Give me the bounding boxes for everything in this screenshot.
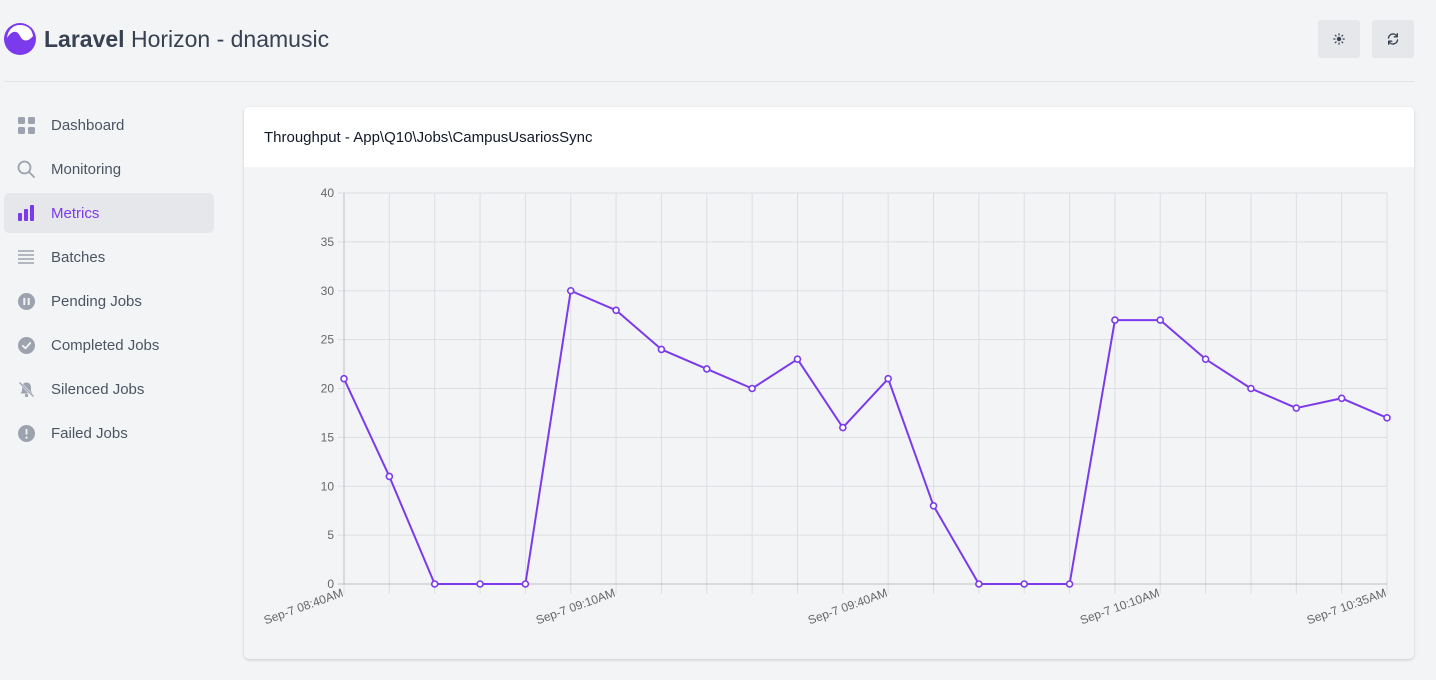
- data-point: [1292, 404, 1301, 412]
- data-point: [430, 580, 439, 588]
- y-tick-label: 10: [321, 479, 335, 493]
- horizon-logo-icon: [4, 23, 36, 55]
- data-point: [929, 501, 938, 510]
- app-title: Laravel Horizon - dnamusic: [44, 26, 330, 52]
- alert-circle-icon: [17, 424, 35, 442]
- sidebar-item-label: Metrics: [51, 204, 100, 222]
- throughput-card: Throughput - App\Q10\Jobs\CampusUsariosS…: [244, 107, 1414, 659]
- data-point: [657, 345, 666, 354]
- data-point: [612, 306, 620, 315]
- app-header: Laravel Horizon - dnamusic: [4, 0, 1414, 82]
- sidebar-item-metrics[interactable]: Metrics: [4, 193, 214, 233]
- data-point: [385, 472, 394, 481]
- y-tick-label: 35: [321, 235, 335, 249]
- data-point: [1201, 355, 1210, 363]
- refresh-icon: [1387, 33, 1399, 45]
- sidebar-item-failed-jobs[interactable]: Failed Jobs: [4, 413, 214, 453]
- data-point: [1111, 316, 1119, 324]
- x-tick-label: Sep-7 10:35AM: [1305, 586, 1388, 628]
- sun-icon: [1333, 33, 1345, 45]
- data-point: [1156, 316, 1165, 324]
- sidebar-item-batches[interactable]: Batches: [4, 237, 214, 277]
- sidebar-item-label: Dashboard: [51, 116, 125, 134]
- sidebar-item-pending-jobs[interactable]: Pending Jobs: [4, 281, 214, 321]
- card-title: Throughput - App\Q10\Jobs\CampusUsariosS…: [244, 107, 1414, 167]
- x-tick-label: Sep-7 09:40AM: [806, 586, 889, 628]
- dashboard-icon: [17, 116, 35, 134]
- theme-toggle-button[interactable]: [1318, 20, 1360, 58]
- data-point: [1383, 414, 1391, 422]
- sidebar-item-monitoring[interactable]: Monitoring: [4, 149, 214, 189]
- x-tick-label: Sep-7 10:10AM: [1078, 586, 1161, 628]
- data-point: [566, 286, 575, 295]
- check-circle-icon: [17, 336, 35, 354]
- sidebar-item-completed-jobs[interactable]: Completed Jobs: [4, 325, 214, 365]
- throughput-chart: 0510152025303540Sep-7 08:40AM Sep-7 09:10…: [262, 186, 1391, 628]
- x-tick-label: Sep-7 09:10AM: [534, 586, 617, 628]
- sidebar-item-label: Monitoring: [51, 160, 122, 178]
- data-point: [975, 580, 983, 588]
- data-point: [793, 355, 802, 363]
- data-point: [521, 580, 530, 588]
- y-tick-label: 25: [321, 333, 335, 347]
- sidebar-item-label: Failed Jobs: [51, 424, 128, 442]
- data-point: [702, 365, 711, 373]
- sidebar-item-label: Silenced Jobs: [51, 380, 145, 398]
- sidebar-item-label: Pending Jobs: [51, 292, 142, 310]
- data-point: [340, 374, 348, 383]
- data-point: [476, 580, 484, 588]
- data-point: [839, 423, 847, 432]
- sidebar-item-silenced-jobs[interactable]: Silenced Jobs: [4, 369, 214, 409]
- data-point: [884, 374, 892, 383]
- y-tick-label: 20: [321, 382, 335, 396]
- list-icon: [17, 248, 35, 266]
- sidebar-item-label: Batches: [51, 248, 106, 266]
- y-tick-label: 40: [321, 186, 335, 200]
- data-point: [748, 384, 756, 393]
- sidebar-item-dashboard[interactable]: Dashboard: [4, 105, 214, 145]
- bell-off-icon: [17, 380, 35, 398]
- refresh-button[interactable]: [1372, 20, 1414, 58]
- data-point: [1020, 580, 1029, 588]
- y-tick-label: 30: [321, 284, 335, 298]
- bar-chart-icon: [17, 204, 35, 222]
- sidebar-item-label: Completed Jobs: [51, 336, 160, 354]
- sidebar-nav: Dashboard Monitoring Metrics Batches Pen…: [4, 105, 214, 457]
- pause-icon: [17, 292, 35, 310]
- data-point: [1065, 580, 1074, 588]
- search-icon: [17, 160, 35, 178]
- data-point: [1247, 384, 1255, 393]
- y-tick-label: 5: [327, 528, 334, 542]
- data-point: [1337, 394, 1346, 403]
- x-tick-label: Sep-7 08:40AM: [262, 586, 345, 628]
- y-tick-label: 15: [321, 430, 335, 444]
